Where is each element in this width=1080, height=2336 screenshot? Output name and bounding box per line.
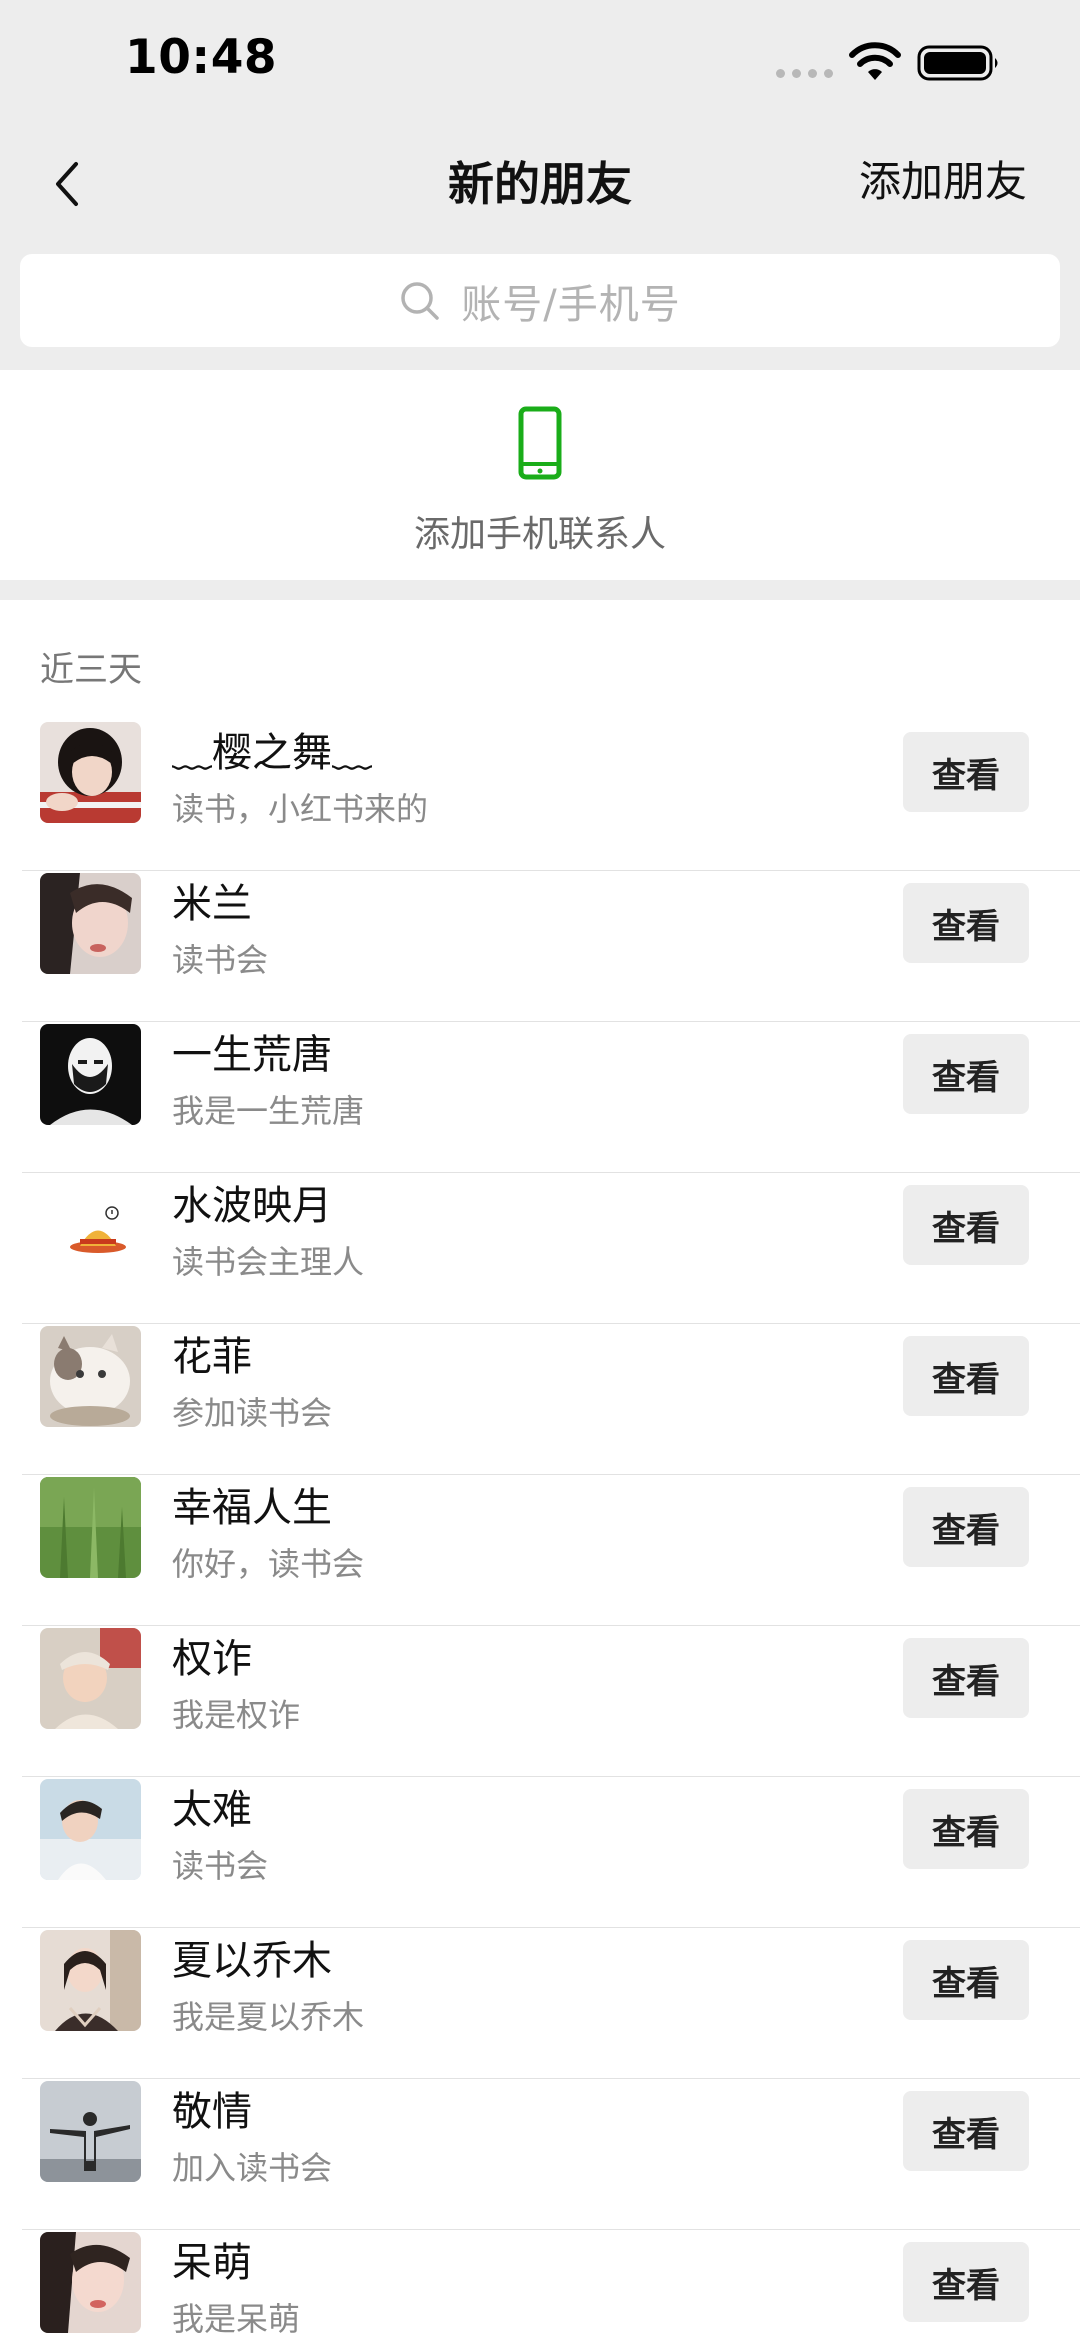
status-time: 10:48 [125, 30, 278, 85]
friend-note: 参加读书会 [172, 1394, 333, 1432]
list-item[interactable]: 一生荒唐 我是一生荒唐 查看 [0, 1022, 1080, 1173]
list-item[interactable]: 米兰 读书会 查看 [0, 871, 1080, 1022]
friend-note: 我是权诈 [172, 1696, 301, 1734]
view-button[interactable]: 查看 [903, 883, 1029, 963]
search-icon [401, 281, 439, 320]
avatar [40, 722, 141, 823]
status-bar: 10:48 [0, 0, 1080, 128]
friend-note: 读书会主理人 [172, 1243, 365, 1281]
avatar [40, 1477, 141, 1578]
friend-name: 敬情 [172, 2089, 252, 2135]
friend-list: ﹏樱之舞﹏ 读书，小红书来的 查看 米兰 读书会 查看 一生荒唐 我是一生荒唐 … [0, 720, 1080, 2336]
avatar [40, 1628, 141, 1729]
add-phone-contacts[interactable]: 添加手机联系人 [0, 370, 1080, 580]
list-item[interactable]: 水波映月 读书会主理人 查看 [0, 1173, 1080, 1324]
list-item[interactable]: 幸福人生 你好，读书会 查看 [0, 1475, 1080, 1626]
section-header: 近三天 [40, 650, 142, 690]
list-item[interactable]: ﹏樱之舞﹏ 读书，小红书来的 查看 [0, 720, 1080, 871]
avatar [40, 1326, 141, 1427]
view-button[interactable]: 查看 [903, 2242, 1029, 2322]
avatar [40, 2232, 141, 2333]
friend-note: 我是夏以乔木 [172, 1998, 365, 2036]
avatar [40, 1175, 141, 1276]
view-button[interactable]: 查看 [903, 1185, 1029, 1265]
list-item[interactable]: 呆萌 我是呆萌 查看 [0, 2230, 1080, 2336]
list-item[interactable]: 夏以乔木 我是夏以乔木 查看 [0, 1928, 1080, 2079]
friend-note: 我是一生荒唐 [172, 1092, 365, 1130]
cellular-signal-icon [776, 69, 833, 78]
friend-note: 加入读书会 [172, 2149, 333, 2187]
navigation-bar: 新的朋友 添加朋友 [0, 128, 1080, 248]
search-placeholder: 账号/手机号 [461, 281, 681, 328]
add-phone-contacts-label: 添加手机联系人 [413, 514, 666, 555]
friend-note: 读书会 [172, 1847, 269, 1885]
list-item[interactable]: 花菲 参加读书会 查看 [0, 1324, 1080, 1475]
friend-name: ﹏樱之舞﹏ [172, 730, 372, 776]
friend-name: 水波映月 [172, 1183, 332, 1229]
view-button[interactable]: 查看 [903, 1487, 1029, 1567]
battery-icon [917, 45, 998, 81]
friend-name: 夏以乔木 [172, 1938, 332, 1984]
phone-icon [518, 406, 562, 480]
avatar [40, 1779, 141, 1880]
search-input[interactable]: 账号/手机号 [20, 254, 1060, 347]
friend-note: 读书，小红书来的 [172, 790, 429, 828]
friend-name: 权诈 [172, 1636, 252, 1682]
avatar [40, 873, 141, 974]
view-button[interactable]: 查看 [903, 1940, 1029, 2020]
friend-note: 我是呆萌 [172, 2300, 301, 2336]
view-button[interactable]: 查看 [903, 1789, 1029, 1869]
friend-name: 米兰 [172, 881, 252, 927]
add-friend-button[interactable]: 添加朋友 [859, 148, 1027, 209]
recent-friends-section: 近三天 ﹏樱之舞﹏ 读书，小红书来的 查看 米兰 读书会 查看 一生荒唐 我是一… [0, 600, 1080, 2336]
view-button[interactable]: 查看 [903, 1336, 1029, 1416]
friend-name: 呆萌 [172, 2240, 252, 2286]
view-button[interactable]: 查看 [903, 2091, 1029, 2171]
friend-name: 太难 [172, 1787, 252, 1833]
friend-name: 幸福人生 [172, 1485, 332, 1531]
avatar [40, 1930, 141, 2031]
avatar [40, 2081, 141, 2182]
view-button[interactable]: 查看 [903, 732, 1029, 812]
avatar [40, 1024, 141, 1125]
list-item[interactable]: 太难 读书会 查看 [0, 1777, 1080, 1928]
friend-note: 读书会 [172, 941, 269, 979]
list-item[interactable]: 敬情 加入读书会 查看 [0, 2079, 1080, 2230]
wifi-icon [849, 42, 901, 80]
friend-name: 花菲 [172, 1334, 252, 1380]
view-button[interactable]: 查看 [903, 1034, 1029, 1114]
friend-name: 一生荒唐 [172, 1032, 332, 1078]
list-item[interactable]: 权诈 我是权诈 查看 [0, 1626, 1080, 1777]
view-button[interactable]: 查看 [903, 1638, 1029, 1718]
friend-note: 你好，读书会 [172, 1545, 365, 1583]
